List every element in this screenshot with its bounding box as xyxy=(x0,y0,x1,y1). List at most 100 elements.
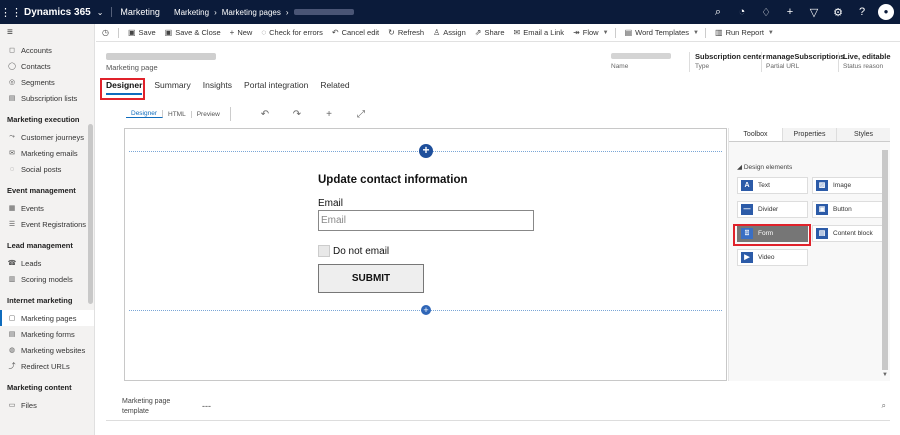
check-errors-button[interactable]: ◌ Check for errors xyxy=(261,28,323,37)
app-name[interactable]: Marketing xyxy=(111,7,160,17)
do-not-email-checkbox[interactable] xyxy=(318,245,330,257)
save-close-icon: ▣ xyxy=(164,28,173,37)
tab-summary[interactable]: Summary xyxy=(154,80,190,93)
design-canvas[interactable]: + Update contact information Email Do no… xyxy=(124,128,727,381)
undo-icon[interactable]: ↶ xyxy=(249,109,281,120)
element-video[interactable]: ▶ Video xyxy=(737,249,808,266)
search-icon[interactable]: ⌕ xyxy=(882,401,886,411)
add-element-icon[interactable]: + xyxy=(421,305,431,315)
history-button[interactable]: ◷ xyxy=(102,28,112,37)
do-not-email-label: Do not email xyxy=(333,245,390,257)
brand-name[interactable]: Dynamics 365 xyxy=(24,7,91,18)
accounts-icon: ◻ xyxy=(9,47,15,54)
element-text[interactable]: A Text xyxy=(737,177,808,194)
redo-icon[interactable]: ↷ xyxy=(281,109,313,120)
tab-toolbox[interactable]: Toolbox xyxy=(729,128,783,141)
gear-icon[interactable]: ⚙ xyxy=(826,6,850,19)
search-icon[interactable]: ⌕ xyxy=(706,6,730,19)
sidebar-item-files[interactable]: ▭ Files xyxy=(0,397,94,413)
sidebar-item-marketing-emails[interactable]: ✉ Marketing emails xyxy=(0,145,94,161)
chevron-down-icon[interactable]: ⌄ xyxy=(97,8,104,17)
element-image[interactable]: ▨ Image xyxy=(812,177,883,194)
email-icon: ✉ xyxy=(513,28,521,37)
divider-icon: — xyxy=(741,204,753,215)
filter-icon[interactable]: ▽ xyxy=(802,6,826,19)
expand-icon[interactable]: ⤢ xyxy=(345,109,377,120)
save-close-button[interactable]: ▣ Save & Close xyxy=(165,28,221,37)
clock-icon: ◷ xyxy=(102,28,109,37)
flow-button[interactable]: ↠ Flow ▼ xyxy=(573,28,609,37)
tab-related[interactable]: Related xyxy=(320,80,349,93)
hamburger-icon[interactable]: ≡ xyxy=(0,24,94,42)
template-field-value[interactable]: --- xyxy=(202,401,211,411)
sidebar-item-social-posts[interactable]: ◌ Social posts xyxy=(0,161,94,177)
tab-insights[interactable]: Insights xyxy=(203,80,232,93)
element-divider[interactable]: — Divider xyxy=(737,201,808,218)
sidebar-item-contacts[interactable]: ◯ Contacts xyxy=(0,58,94,74)
refresh-button[interactable]: ↻ Refresh xyxy=(388,28,424,37)
sidebar-group-marketing-content: Marketing content xyxy=(7,383,72,392)
panel-scrollbar[interactable] xyxy=(882,150,888,370)
sidebar-item-redirect-urls[interactable]: ⤴ Redirect URLs xyxy=(0,358,94,374)
share-icon: ⇗ xyxy=(474,28,482,37)
divider xyxy=(705,27,706,38)
sidebar-item-subscription-lists[interactable]: ▤ Subscription lists xyxy=(0,90,94,106)
cancel-edit-button[interactable]: ↶ Cancel edit xyxy=(332,28,379,37)
help-icon[interactable]: ? xyxy=(850,6,874,18)
view-preview[interactable]: Preview xyxy=(192,111,225,118)
divider xyxy=(230,107,231,121)
view-designer[interactable]: Designer xyxy=(126,110,164,118)
tab-portal-integration[interactable]: Portal integration xyxy=(244,80,308,93)
assign-button[interactable]: ♙ Assign xyxy=(433,28,466,37)
sidebar-item-accounts[interactable]: ◻ Accounts xyxy=(0,42,94,58)
view-html[interactable]: HTML xyxy=(163,110,192,118)
segments-icon: ◎ xyxy=(8,79,16,86)
content-block-icon: ▤ xyxy=(816,228,828,239)
sidebar-item-marketing-forms[interactable]: ▤ Marketing forms xyxy=(0,326,94,342)
app-launcher-icon[interactable]: ⋮⋮ xyxy=(0,6,22,19)
design-elements-heading[interactable]: ◢ Design elements xyxy=(737,163,792,171)
designer-view-switcher: Designer HTML Preview xyxy=(126,110,225,118)
scroll-down-icon[interactable]: ▼ xyxy=(882,372,888,378)
person-icon: ♙ xyxy=(433,28,441,37)
add-icon[interactable]: + xyxy=(313,109,345,120)
add-section-icon[interactable]: + xyxy=(419,144,433,158)
sidebar-item-marketing-websites[interactable]: ◍ Marketing websites xyxy=(0,342,94,358)
share-button[interactable]: ⇗ Share xyxy=(475,28,505,37)
word-templates-button[interactable]: ▤ Word Templates ▼ xyxy=(625,28,699,37)
sidebar-scrollbar[interactable] xyxy=(88,124,93,304)
tab-properties[interactable]: Properties xyxy=(783,128,837,141)
submit-button[interactable]: SUBMIT xyxy=(318,264,424,293)
breadcrumb-marketing[interactable]: Marketing xyxy=(174,8,209,17)
report-icon: ▥ xyxy=(715,28,723,37)
element-button[interactable]: ▣ Button xyxy=(812,201,883,218)
form-title[interactable]: Update contact information xyxy=(318,174,468,186)
sidebar-item-customer-journeys[interactable]: ⤳ Customer journeys xyxy=(0,129,94,145)
element-content-block[interactable]: ▤ Content block xyxy=(812,225,883,242)
sidebar-item-scoring-models[interactable]: ▥ Scoring models xyxy=(0,271,94,287)
sidebar-item-events[interactable]: ▦ Events xyxy=(0,200,94,216)
contacts-icon: ◯ xyxy=(8,63,16,70)
sidebar-item-segments[interactable]: ◎ Segments xyxy=(0,74,94,90)
divider xyxy=(689,52,690,72)
email-link-button[interactable]: ✉ Email a Link xyxy=(514,28,565,37)
designer-actions: ↶ ↷ + ⤢ xyxy=(230,107,377,121)
save-button[interactable]: ▣ Save xyxy=(128,28,156,37)
plus-icon[interactable]: + xyxy=(778,6,802,18)
tab-styles[interactable]: Styles xyxy=(837,128,890,141)
run-report-button[interactable]: ▥ Run Report ▼ xyxy=(715,28,774,37)
sidebar-group-internet-marketing: Internet marketing xyxy=(7,296,73,305)
sidebar-item-leads[interactable]: ☎ Leads xyxy=(0,255,94,271)
button-icon: ▣ xyxy=(816,204,828,215)
email-field[interactable] xyxy=(318,210,534,231)
sidebar-item-event-registrations[interactable]: ☰ Event Registrations xyxy=(0,216,94,232)
task-icon[interactable]: ◔ xyxy=(730,6,754,18)
sidebar: ≡ ◻ Accounts ◯ Contacts ◎ Segments ▤ Subscri… xyxy=(0,24,95,435)
header-field-name: Name xyxy=(611,52,671,70)
sidebar-item-marketing-pages[interactable]: ▢ Marketing pages xyxy=(0,310,94,326)
lightbulb-icon[interactable]: ♢ xyxy=(754,6,778,19)
breadcrumb-marketing-pages[interactable]: Marketing pages xyxy=(222,8,281,17)
new-button[interactable]: + New xyxy=(230,28,253,37)
list-icon: ▤ xyxy=(8,95,16,102)
avatar-icon[interactable]: ● xyxy=(878,4,894,20)
